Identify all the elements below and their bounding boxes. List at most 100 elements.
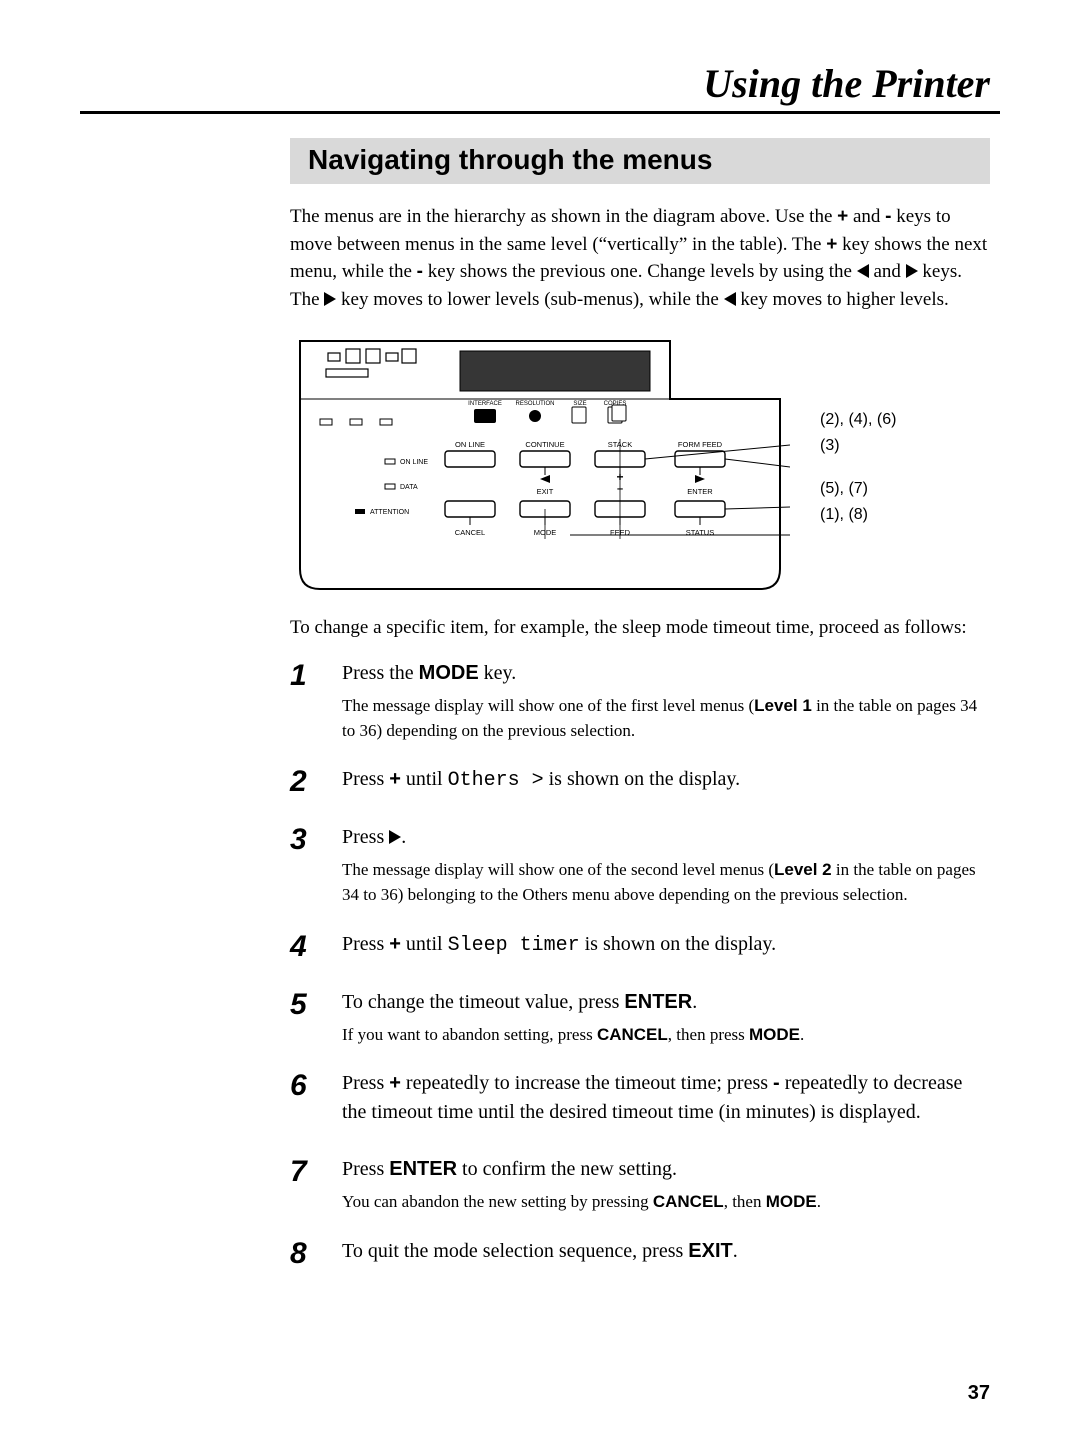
step-number: 8 [290, 1237, 320, 1272]
text: Press [342, 1072, 389, 1094]
plus-key: + [389, 1072, 401, 1094]
text: until [401, 768, 448, 790]
step-number: 1 [290, 659, 320, 743]
label-formfeed: FORM FEED [678, 440, 723, 449]
step-main: Press . [342, 823, 990, 852]
triangle-right-icon [389, 830, 401, 844]
header-rule [80, 111, 1000, 114]
text: Press the [342, 662, 419, 684]
plus-key: + [389, 933, 401, 955]
triangle-right-icon [324, 292, 336, 306]
text: . [401, 826, 406, 848]
key-mode: MODE [749, 1025, 800, 1044]
level-label: Level 2 [774, 860, 832, 879]
step-main: To change the timeout value, press ENTER… [342, 988, 990, 1017]
text: If you want to abandon setting, press [342, 1025, 597, 1044]
text: , then [724, 1192, 766, 1211]
key-mode: MODE [419, 662, 479, 684]
text: The message display will show one of the… [342, 696, 754, 715]
plus-key: + [837, 206, 848, 227]
text: To change the timeout value, press [342, 991, 624, 1013]
panel-annotations: (2), (4), (6) (3) (5), (7) (1), (8) [820, 407, 896, 527]
label-enter: ENTER [687, 487, 713, 496]
label-online-btn: ON LINE [455, 440, 485, 449]
intro-text: The menus are in the hierarchy as shown … [290, 206, 837, 227]
label-size: SIZE [573, 401, 586, 407]
label-resolution: RESOLUTION [515, 401, 554, 407]
step-main: Press + repeatedly to increase the timeo… [342, 1069, 990, 1127]
display-text: Others > [448, 769, 544, 792]
key-enter: ENTER [624, 991, 692, 1013]
intro-text: key moves to higher levels. [736, 289, 949, 310]
printer-panel-svg: INTERFACE RESOLUTION SIZE COPIES ON LINE [290, 339, 790, 595]
intro-text: and [869, 261, 906, 282]
step-item: 3 Press . The message display will show … [290, 823, 990, 907]
step-main: Press the MODE key. [342, 659, 990, 688]
annotation-row: (5), (7) [820, 476, 896, 502]
text: is shown on the display. [544, 768, 740, 790]
text: repeatedly to increase the timeout time;… [401, 1072, 773, 1094]
step-main: Press + until Sleep timer is shown on th… [342, 930, 990, 960]
annotation-row: (3) [820, 433, 896, 459]
text: . [800, 1025, 804, 1044]
text: . [817, 1192, 821, 1211]
step-main: Press ENTER to confirm the new setting. [342, 1155, 990, 1184]
key-cancel: CANCEL [653, 1192, 724, 1211]
step-item: 8 To quit the mode selection sequence, p… [290, 1237, 990, 1272]
step-sub: The message display will show one of the… [342, 694, 990, 743]
triangle-left-icon [857, 264, 869, 278]
step-number: 2 [290, 765, 320, 801]
key-cancel: CANCEL [597, 1025, 668, 1044]
label-cancel: CANCEL [455, 528, 485, 537]
plus-key: + [826, 234, 837, 255]
page-number: 37 [968, 1382, 990, 1405]
label-attention: ATTENTION [370, 509, 409, 516]
text: You can abandon the new setting by press… [342, 1192, 653, 1211]
page-title: Using the Printer [80, 60, 1000, 107]
text: Press [342, 768, 389, 790]
step-item: 2 Press + until Others > is shown on the… [290, 765, 990, 801]
text: , then press [668, 1025, 749, 1044]
key-enter: ENTER [389, 1158, 457, 1180]
label-status: STATUS [686, 528, 714, 537]
text: . [733, 1240, 738, 1262]
step-sub: The message display will show one of the… [342, 858, 990, 907]
key-mode: MODE [766, 1192, 817, 1211]
label-interface: INTERFACE [468, 401, 502, 407]
text: to confirm the new setting. [457, 1158, 677, 1180]
plus-key: + [389, 768, 401, 790]
label-exit: EXIT [537, 487, 554, 496]
step-number: 3 [290, 823, 320, 907]
step-number: 4 [290, 930, 320, 966]
intro-text: and [848, 206, 885, 227]
text: Press [342, 1158, 389, 1180]
step-item: 7 Press ENTER to confirm the new setting… [290, 1155, 990, 1215]
text: Press [342, 826, 389, 848]
step-number: 6 [290, 1069, 320, 1133]
triangle-right-icon [906, 264, 918, 278]
annotation-row: (1), (8) [820, 502, 896, 528]
step-number: 5 [290, 988, 320, 1048]
annotation-row: (2), (4), (6) [820, 407, 896, 433]
steps-list: 1 Press the MODE key. The message displa… [290, 659, 990, 1272]
printer-panel-figure: INTERFACE RESOLUTION SIZE COPIES ON LINE [290, 339, 990, 595]
text: is shown on the display. [580, 933, 776, 955]
step-main: To quit the mode selection sequence, pre… [342, 1237, 990, 1266]
text: . [692, 991, 697, 1013]
step-item: 4 Press + until Sleep timer is shown on … [290, 930, 990, 966]
label-online-led: ON LINE [400, 459, 428, 466]
level-label: Level 1 [754, 696, 812, 715]
display-text: Sleep timer [448, 934, 580, 957]
label-data: DATA [400, 484, 418, 491]
triangle-left-icon [724, 292, 736, 306]
step-number: 7 [290, 1155, 320, 1215]
text: To quit the mode selection sequence, pre… [342, 1240, 688, 1262]
step-sub: If you want to abandon setting, press CA… [342, 1023, 990, 1048]
intro-text: key moves to lower levels (sub-menus), w… [336, 289, 723, 310]
key-exit: EXIT [688, 1240, 732, 1262]
step-item: 5 To change the timeout value, press ENT… [290, 988, 990, 1048]
section-heading: Navigating through the menus [290, 138, 990, 184]
lead-in-paragraph: To change a specific item, for example, … [290, 617, 990, 639]
text: key. [479, 662, 517, 684]
intro-paragraph: The menus are in the hierarchy as shown … [290, 203, 990, 313]
